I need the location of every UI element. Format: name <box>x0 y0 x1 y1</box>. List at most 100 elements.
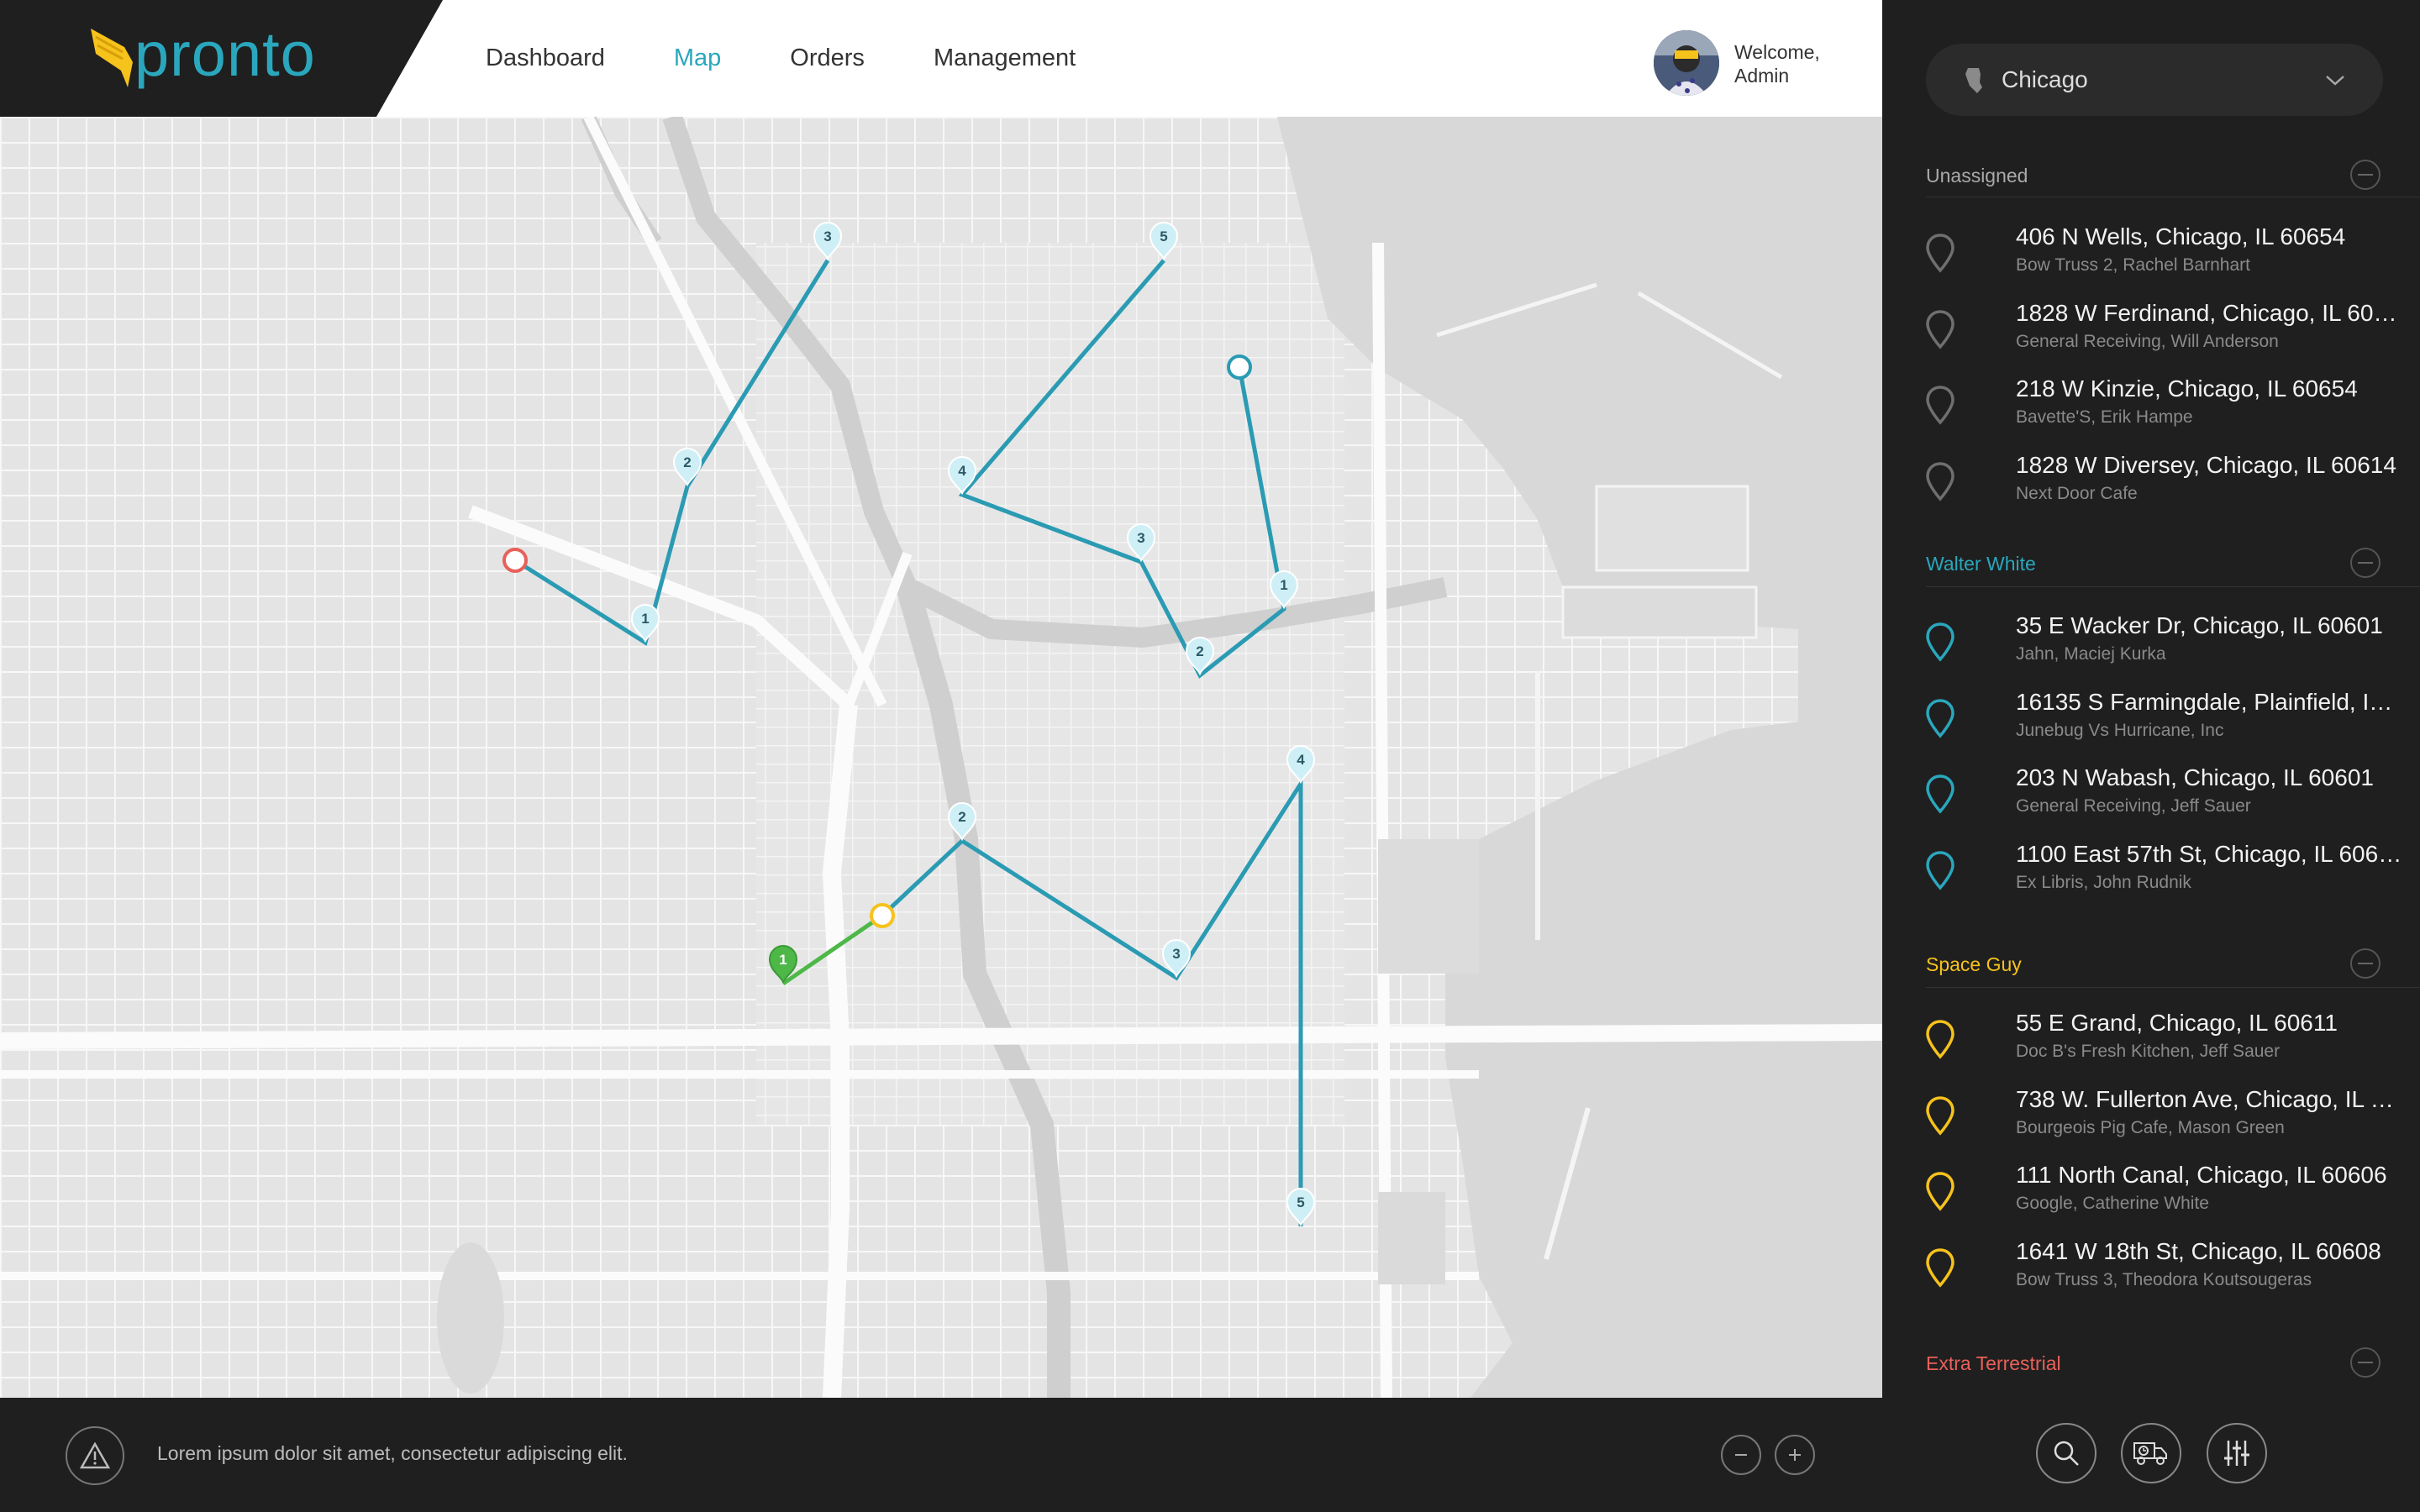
illinois-state-icon <box>1965 68 1982 93</box>
order-detail: Bavette'S, Erik Hampe <box>2016 407 2193 427</box>
status-message: Lorem ipsum dolor sit amet, consectetur … <box>157 1442 628 1464</box>
collapse-group-button[interactable] <box>2350 548 2381 578</box>
location-pin-icon <box>1926 699 1954 738</box>
order-detail: Junebug Vs Hurricane, Inc <box>2016 721 2224 740</box>
location-pin-icon <box>1926 1248 1954 1288</box>
location-pin-icon <box>1926 462 1954 501</box>
group-title[interactable]: Unassigned <box>1926 165 2028 187</box>
warning-icon[interactable] <box>66 1426 124 1485</box>
route-stop-number: 2 <box>1196 643 1203 659</box>
order-address: 1828 W Ferdinand, Chicago, IL 60622 <box>2016 300 2402 326</box>
filter-button[interactable] <box>2207 1423 2267 1483</box>
order-list-item[interactable]: 1828 W Diversey, Chicago, IL 60614 Next D… <box>1926 452 2396 519</box>
route-stop-number: 1 <box>641 611 649 627</box>
order-detail: Ex Libris, John Rudnik <box>2016 873 2191 892</box>
group-title[interactable]: Walter White <box>1926 553 2036 575</box>
order-list-item[interactable]: 203 N Wabash, Chicago, IL 60601 General R… <box>1926 764 2396 832</box>
nav-management[interactable]: Management <box>934 45 1076 72</box>
group-divider <box>1926 586 2420 587</box>
order-list-item[interactable]: 35 E Wacker Dr, Chicago, IL 60601 Jahn, M… <box>1926 612 2396 680</box>
order-detail: Google, Catherine White <box>2016 1194 2209 1213</box>
map-view[interactable]: 1 2 3 1 2 3 4 5 2 3 4 5 1 <box>0 117 1882 1398</box>
order-address: 406 N Wells, Chicago, IL 60654 <box>2016 223 2346 249</box>
route-stop-number: 3 <box>1172 946 1180 962</box>
top-header: pronto Dashboard Map Orders Management W… <box>0 0 1882 117</box>
location-pin-icon <box>1926 234 1954 273</box>
order-address: 738 W. Fullerton Ave, Chicago, IL 60... <box>2016 1086 2402 1112</box>
order-address: 35 E Wacker Dr, Chicago, IL 60601 <box>2016 612 2383 638</box>
order-address: 203 N Wabash, Chicago, IL 60601 <box>2016 764 2374 790</box>
order-address: 1828 W Diversey, Chicago, IL 60614 <box>2016 452 2396 478</box>
route-stop-number: 1 <box>1280 577 1287 593</box>
route-stop-number: 5 <box>1160 228 1167 244</box>
avatar[interactable] <box>1654 30 1719 96</box>
pronto-wing-logo-icon <box>91 29 133 87</box>
minus-icon <box>1735 1454 1747 1456</box>
order-address: 55 E Grand, Chicago, IL 60611 <box>2016 1010 2338 1036</box>
group-divider <box>1926 987 2420 988</box>
order-detail: Bow Truss 3, Theodora Koutsougeras <box>2016 1270 2312 1289</box>
group-title[interactable]: Space Guy <box>1926 953 2022 976</box>
route-stop-number: 5 <box>1297 1194 1304 1210</box>
location-pin-icon <box>1926 386 1954 425</box>
order-detail: Jahn, Maciej Kurka <box>2016 644 2166 664</box>
order-list-item[interactable]: 218 W Kinzie, Chicago, IL 60654 Bavette'S… <box>1926 375 2396 443</box>
app-root: pronto Dashboard Map Orders Management W… <box>0 0 2420 1512</box>
zoom-in-button[interactable] <box>1775 1435 1815 1475</box>
chevron-down-icon <box>2326 76 2344 86</box>
order-detail: General Receiving, Jeff Sauer <box>2016 796 2251 816</box>
order-list-item[interactable]: 16135 S Farmingdale, Plainfield, IL ... J… <box>1926 689 2402 756</box>
location-pin-icon <box>1926 310 1954 349</box>
order-list-item[interactable]: 111 North Canal, Chicago, IL 60606 Google… <box>1926 1162 2396 1229</box>
delivery-truck-icon <box>2133 1442 2167 1465</box>
collapse-group-button[interactable] <box>2350 948 2381 979</box>
order-detail: Doc B's Fresh Kitchen, Jeff Sauer <box>2016 1042 2281 1061</box>
brand-name[interactable]: pronto <box>134 18 316 90</box>
nav-map[interactable]: Map <box>674 45 721 72</box>
filter-sliders-icon <box>2224 1441 2249 1466</box>
welcome-text: Welcome, Admin <box>1734 40 1820 87</box>
order-list-item[interactable]: 1100 East 57th St, Chicago, IL 60637 Ex L… <box>1926 841 2402 908</box>
panel-tools <box>1882 1398 2420 1512</box>
search-button[interactable] <box>2036 1423 2096 1483</box>
group-title[interactable]: Extra Terrestrial <box>1926 1352 2061 1375</box>
main-nav: Dashboard Map Orders Management <box>486 0 1144 117</box>
zoom-out-button[interactable] <box>1721 1435 1761 1475</box>
delivery-button[interactable] <box>2121 1423 2181 1483</box>
order-address: 1641 W 18th St, Chicago, IL 60608 <box>2016 1238 2381 1264</box>
location-pin-icon <box>1926 622 1954 662</box>
welcome-user: Admin <box>1734 65 1790 87</box>
collapse-group-button[interactable] <box>2350 160 2381 190</box>
order-detail: Next Door Cafe <box>2016 484 2138 503</box>
order-address: 1100 East 57th St, Chicago, IL 60637 <box>2016 841 2402 867</box>
nav-orders[interactable]: Orders <box>790 45 865 72</box>
order-list-item[interactable]: 1828 W Ferdinand, Chicago, IL 60622 Gener… <box>1926 300 2402 367</box>
route-stop-number: 2 <box>958 809 965 825</box>
order-list-item[interactable]: 406 N Wells, Chicago, IL 60654 Bow Truss … <box>1926 223 2396 291</box>
order-address: 218 W Kinzie, Chicago, IL 60654 <box>2016 375 2358 402</box>
location-pin-icon <box>1926 1172 1954 1211</box>
route-stop-number: 3 <box>823 228 831 244</box>
order-address: 16135 S Farmingdale, Plainfield, IL ... <box>2016 689 2402 715</box>
search-icon <box>2054 1441 2079 1466</box>
city-selected: Chicago <box>2002 66 2088 92</box>
order-list-item[interactable]: 55 E Grand, Chicago, IL 60611 Doc B's Fre… <box>1926 1010 2396 1077</box>
city-dropdown[interactable]: Chicago <box>1926 44 2383 116</box>
bottom-status-bar: Lorem ipsum dolor sit amet, consectetur … <box>0 1398 1882 1512</box>
order-list-item[interactable]: 1641 W 18th St, Chicago, IL 60608 Bow Tru… <box>1926 1238 2396 1305</box>
route-stop-number: 1 <box>779 952 786 968</box>
order-detail: Bow Truss 2, Rachel Barnhart <box>2016 255 2250 275</box>
order-list-item[interactable]: 738 W. Fullerton Ave, Chicago, IL 60... B… <box>1926 1086 2402 1153</box>
route-start-marker <box>1227 354 1252 380</box>
order-detail: Bourgeois Pig Cafe, Mason Green <box>2016 1118 2285 1137</box>
route-stop-number: 2 <box>683 454 691 470</box>
nav-dashboard[interactable]: Dashboard <box>486 45 605 72</box>
plus-icon <box>1789 1449 1801 1461</box>
location-pin-icon <box>1926 851 1954 890</box>
order-address: 111 North Canal, Chicago, IL 60606 <box>2016 1162 2387 1188</box>
map-canvas[interactable]: 1 2 3 1 2 3 4 5 2 3 4 5 1 <box>0 117 1882 1398</box>
collapse-group-button[interactable] <box>2350 1347 2381 1378</box>
location-pin-icon <box>1926 1020 1954 1059</box>
route-stop-number: 4 <box>1297 752 1305 768</box>
route-stop-number: 3 <box>1137 530 1144 546</box>
